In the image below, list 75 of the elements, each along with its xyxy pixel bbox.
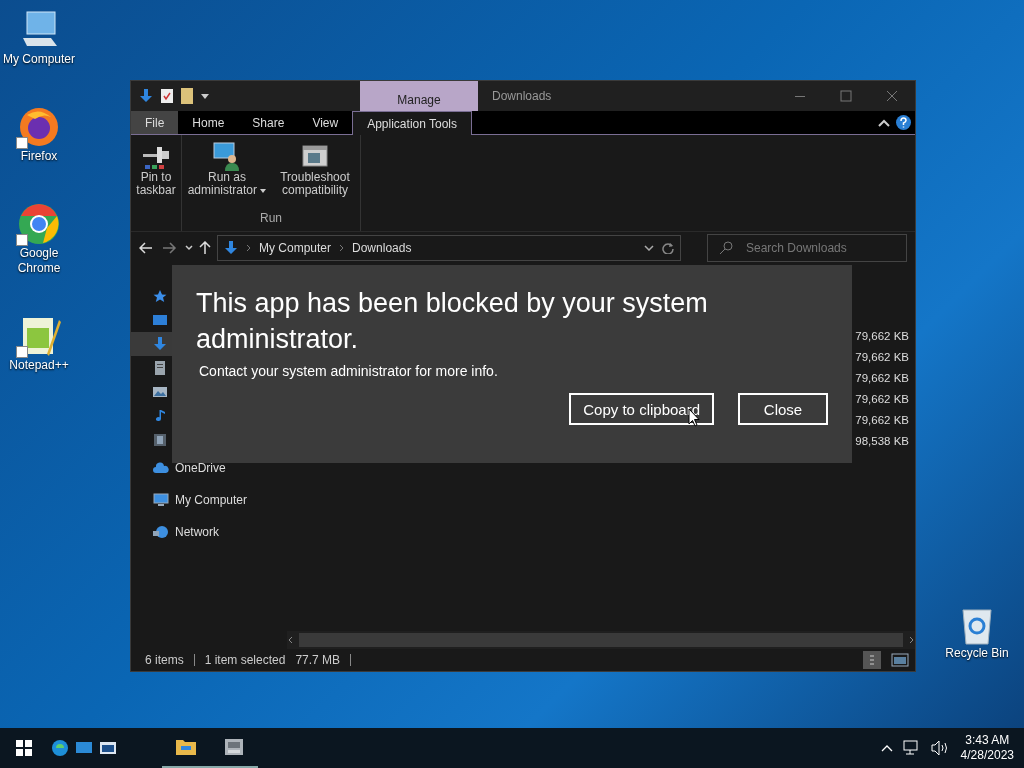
monitor-icon [153, 493, 169, 507]
thumbnail-view-icon[interactable] [891, 653, 909, 667]
window-title: Downloads [491, 89, 553, 103]
installer-icon[interactable] [223, 737, 245, 757]
cloud-icon [153, 462, 169, 474]
desktop-icon-label[interactable]: Firefox [1, 149, 77, 164]
file-size: 79,662 KB [855, 413, 910, 428]
dialog-button[interactable]: Copy to clipboard [569, 393, 714, 425]
search-icon [719, 241, 733, 255]
ribbon-button[interactable]: Pin to taskbar [133, 139, 179, 225]
dropdown-icon[interactable] [201, 92, 209, 100]
firefox-icon [17, 105, 61, 149]
horizontal-scrollbar[interactable] [287, 631, 915, 649]
refresh-icon[interactable] [662, 242, 674, 254]
context-tab-header: Manage [360, 81, 478, 111]
file-size: 79,662 KB [855, 350, 910, 365]
clock-time[interactable]: 3:43 AM [965, 733, 1010, 748]
scroll-left-icon[interactable] [287, 636, 293, 644]
ribbon-tab[interactable]: View [298, 111, 353, 134]
collapse-ribbon-icon[interactable] [878, 118, 890, 127]
chevron-down-icon[interactable] [644, 245, 654, 251]
sidebar-item[interactable]: Network [175, 525, 219, 539]
ribbon-tab[interactable]: Share [238, 111, 299, 134]
desktop-icon-label[interactable]: Recycle Bin [939, 646, 1015, 661]
desktop-icon-label[interactable]: Notepad++ [1, 358, 77, 373]
file-size: 79,662 KB [855, 392, 910, 407]
dialog-button[interactable]: Close [738, 393, 828, 425]
ribbon-group-label: Run [259, 211, 283, 227]
window-icon[interactable] [99, 740, 117, 756]
address-bar[interactable]: My Computer Downloads [217, 235, 681, 261]
download-icon [153, 337, 167, 351]
up-icon[interactable] [199, 241, 211, 255]
chevron-up-icon[interactable] [880, 744, 893, 752]
desktop-icon-label[interactable]: Google Chrome [11, 246, 67, 276]
file-size: 79,662 KB [855, 371, 910, 386]
admin-monitor-icon [212, 141, 242, 171]
file-size: 79,662 KB [855, 329, 910, 344]
pictures-icon [153, 385, 167, 399]
download-icon [139, 89, 153, 103]
monitor-icon[interactable] [75, 740, 93, 756]
breadcrumb[interactable]: My Computer [259, 241, 332, 255]
ribbon-button[interactable]: Run as administrator [184, 139, 270, 211]
folder-icon[interactable] [175, 737, 197, 757]
dialog-message: Contact your system administrator for more info. [199, 363, 499, 379]
star-icon [153, 289, 167, 303]
start-icon[interactable] [16, 740, 32, 756]
item-count: 6 items [145, 653, 184, 667]
selection-size: 77.7 MB [295, 653, 341, 667]
file-size: 98,538 KB [855, 434, 910, 449]
music-note-icon [153, 409, 167, 423]
breadcrumb[interactable]: Downloads [352, 241, 412, 255]
film-icon [153, 433, 167, 447]
desktop-icon [153, 313, 167, 327]
ribbon-button[interactable]: Troubleshoot compatibility [272, 139, 358, 211]
ribbon-tab[interactable]: File [131, 111, 179, 134]
sidebar-item[interactable]: OneDrive [175, 461, 226, 475]
chevron-down-icon[interactable] [185, 245, 193, 251]
chevron-right-icon [339, 244, 345, 252]
sidebar-item[interactable]: My Computer [175, 493, 248, 507]
chevron-right-icon [246, 244, 251, 252]
scroll-right-icon[interactable] [909, 636, 915, 644]
back-icon[interactable] [139, 242, 153, 254]
ribbon-tab[interactable]: Application Tools [352, 111, 473, 135]
desktop-icon-label[interactable]: My Computer [1, 52, 77, 67]
document-icon [153, 361, 167, 375]
selection-status: 1 item selected [204, 653, 286, 667]
edge-icon[interactable] [51, 739, 69, 757]
dialog-title: This app has been blocked by your system administrator. [196, 287, 709, 356]
download-icon [224, 241, 238, 255]
properties-icon[interactable] [161, 89, 173, 103]
search-field[interactable]: Search Downloads [707, 234, 907, 262]
ribbon-tab[interactable]: Home [178, 111, 239, 134]
chrome-icon [17, 202, 61, 246]
clock-date[interactable]: 4/28/2023 [960, 748, 1014, 763]
help-icon[interactable] [896, 115, 911, 130]
